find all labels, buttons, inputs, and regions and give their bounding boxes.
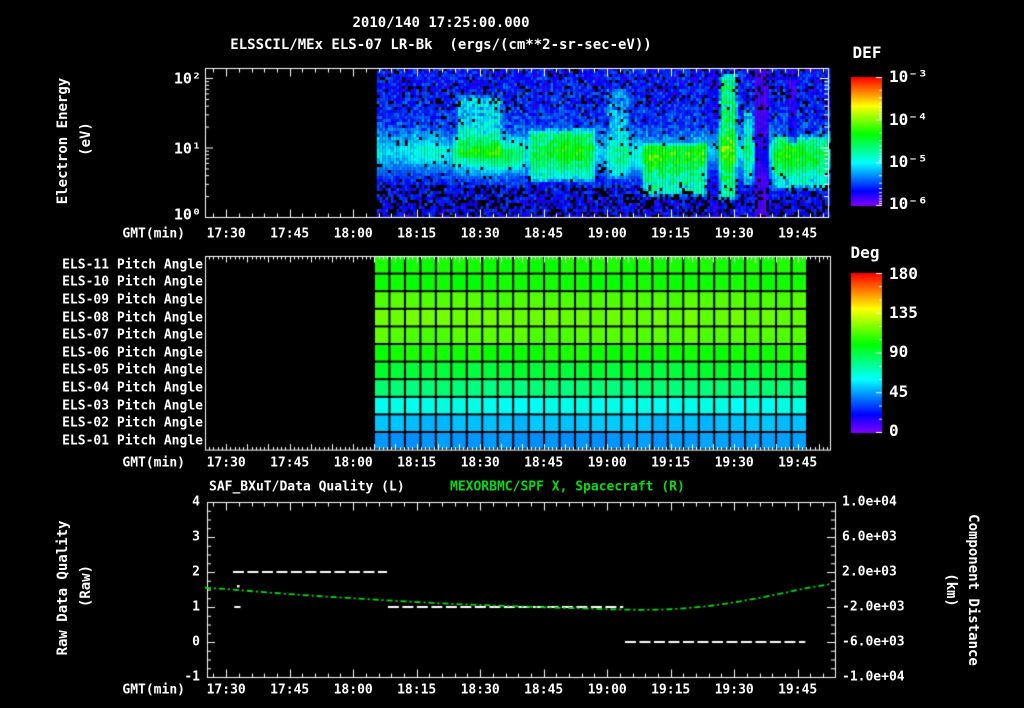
deg-tick-135: 135	[889, 303, 918, 322]
bottom-ylabel-raw-quality: Raw Data Quality	[55, 520, 71, 656]
els-row-label: ELS-01 Pitch Angle	[62, 433, 203, 449]
def-tick-1e-4: 10⁻⁴	[889, 110, 928, 129]
bottom-right-tick-label: 2.0e+03	[842, 564, 897, 580]
time-tick-label-panel2: 18:45	[524, 455, 564, 471]
els-row-label: ELS-02 Pitch Angle	[62, 415, 203, 431]
bottom-gmt-label: GMT(min)	[122, 682, 185, 698]
time-tick-label-panel2: 18:30	[460, 455, 500, 471]
bottom-right-tick-label: -6.0e+03	[842, 634, 905, 650]
time-tick-label-panel2: 17:45	[270, 455, 310, 471]
bottom-right-tick-label: 6.0e+03	[842, 529, 897, 545]
deg-tick-180: 180	[889, 264, 918, 283]
els-row-label: ELS-09 Pitch Angle	[62, 292, 203, 308]
bottom-left-tick-label: 1	[192, 599, 200, 615]
top-ylabel-ev-unit: (eV)	[78, 122, 94, 156]
els-row-label: ELS-06 Pitch Angle	[62, 345, 203, 361]
time-tick-label-panel3: 19:15	[651, 682, 691, 698]
els-row-label: ELS-03 Pitch Angle	[62, 398, 203, 414]
time-tick-label-panel3: 17:30	[206, 682, 246, 698]
bottom-ylabel-component-distance: Component Distance	[965, 514, 981, 666]
timestamp-title: 2010/140 17:25:00.000	[352, 15, 530, 31]
bottom-left-tick-label: 4	[192, 494, 200, 510]
time-tick-label-panel3: 19:45	[778, 682, 818, 698]
bottom-left-tick-label: 2	[192, 564, 200, 580]
time-tick-label-panel2: 19:15	[651, 455, 691, 471]
bottom-left-tick-label: 3	[192, 529, 200, 545]
bottom-title-left: SAF_BXuT/Data Quality (L)	[209, 479, 405, 495]
bottom-ylabel-raw-unit: (Raw)	[78, 564, 94, 608]
time-tick-label-panel3: 18:00	[333, 682, 373, 698]
time-tick-label-panel1: 18:30	[460, 226, 500, 242]
bottom-ylabel-km-unit: (km)	[943, 573, 959, 607]
time-tick-label-panel1: 18:45	[524, 226, 564, 242]
time-tick-label-panel1: 19:15	[651, 226, 691, 242]
time-tick-label-panel1: 18:00	[333, 226, 373, 242]
top-ytick-1ev: 10⁰	[173, 205, 201, 224]
time-tick-label-panel1: 19:00	[587, 226, 627, 242]
time-tick-label-panel1: 17:30	[206, 226, 246, 242]
def-tick-1e-6: 10⁻⁶	[889, 194, 928, 213]
top-gmt-label: GMT(min)	[122, 226, 185, 242]
time-tick-label-panel2: 18:00	[333, 455, 373, 471]
deg-tick-0: 0	[889, 421, 899, 440]
time-tick-label-panel1: 19:30	[714, 226, 754, 242]
time-tick-label-panel3: 17:45	[270, 682, 310, 698]
time-tick-label-panel1: 19:45	[778, 226, 818, 242]
bottom-right-tick-label: -2.0e+03	[842, 599, 905, 615]
time-tick-label-panel3: 19:00	[587, 682, 627, 698]
els-row-label: ELS-05 Pitch Angle	[62, 362, 203, 378]
top-ylabel-electron-energy: Electron Energy	[55, 77, 71, 205]
time-tick-label-panel3: 18:15	[397, 682, 437, 698]
time-tick-label-panel2: 19:00	[587, 455, 627, 471]
deg-tick-90: 90	[889, 342, 909, 361]
dataset-title: ELSSCIL/MEx ELS-07 LR-Bk (ergs/(cm**2-sr…	[230, 37, 652, 53]
time-tick-label-panel2: 18:15	[397, 455, 437, 471]
bottom-right-tick-label: -1.0e+04	[842, 669, 905, 685]
top-ytick-100ev: 10²	[173, 69, 201, 88]
time-tick-label-panel3: 18:30	[460, 682, 500, 698]
bottom-left-tick-label: 0	[192, 634, 200, 650]
bottom-title-right: MEXORBMC/SPF X, Spacecraft (R)	[450, 479, 685, 495]
els-row-label: ELS-04 Pitch Angle	[62, 380, 203, 396]
els-row-label: ELS-07 Pitch Angle	[62, 327, 203, 343]
mid-gmt-label: GMT(min)	[122, 455, 185, 471]
els-row-label: ELS-10 Pitch Angle	[62, 274, 203, 290]
def-tick-1e-5: 10⁻⁵	[889, 152, 928, 171]
time-tick-label-panel3: 18:45	[524, 682, 564, 698]
deg-tick-45: 45	[889, 382, 909, 401]
time-tick-label-panel2: 17:30	[206, 455, 246, 471]
els-row-label: ELS-11 Pitch Angle	[62, 257, 203, 273]
bottom-left-tick-label: -1	[184, 669, 200, 685]
deg-colorbar-title: Deg	[850, 243, 880, 262]
plot-screen: 2010/140 17:25:00.000 ELSSCIL/MEx ELS-07…	[0, 0, 1024, 708]
time-tick-label-panel1: 17:45	[270, 226, 310, 242]
els-row-label: ELS-08 Pitch Angle	[62, 310, 203, 326]
def-colorbar-title: DEF	[852, 43, 882, 62]
def-tick-1e-3: 10⁻³	[889, 67, 928, 86]
time-tick-label-panel2: 19:45	[778, 455, 818, 471]
time-tick-label-panel1: 18:15	[397, 226, 437, 242]
time-tick-label-panel2: 19:30	[714, 455, 754, 471]
time-tick-label-panel3: 19:30	[714, 682, 754, 698]
bottom-right-tick-label: 1.0e+04	[842, 494, 897, 510]
top-ytick-10ev: 10¹	[173, 139, 201, 158]
